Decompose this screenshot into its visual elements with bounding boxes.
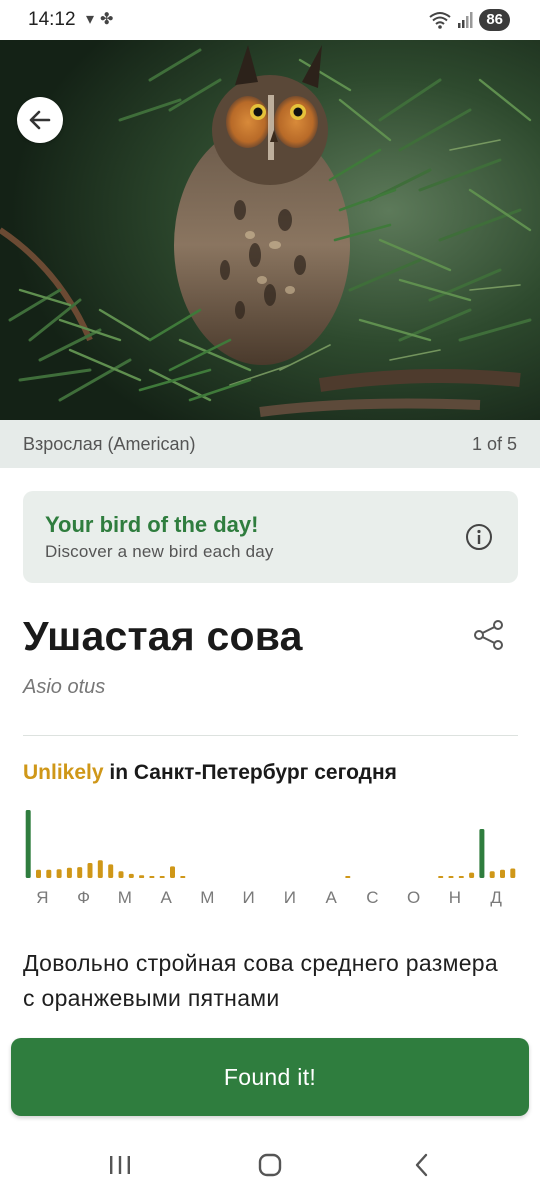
chart-bar [128,873,134,878]
divider [23,735,518,736]
month-label: А [160,888,173,907]
bird-common-name: Ушастая сова [23,613,303,659]
chart-bar [25,810,31,878]
chart-bar [108,864,114,878]
chart-bar [469,872,475,878]
bird-of-day-card[interactable]: Your bird of the day! Discover a new bir… [23,491,518,583]
bird-of-day-subtitle: Discover a new bird each day [45,542,274,561]
chart-bar [36,869,41,878]
wifi-icon [429,12,451,29]
chart-bar [87,863,93,878]
month-label: И [283,888,297,907]
bird-description: Довольно стройная сова среднего размера … [23,950,498,1011]
chart-bar [170,866,175,878]
month-label: И [242,888,256,907]
chart-bar [345,876,351,878]
month-label: Ф [77,888,91,907]
share-icon[interactable] [472,618,506,652]
chart-bar [97,860,103,878]
month-label: Д [490,888,503,907]
bird-scientific-name: Asio otus [23,676,106,698]
status-left-icons: ▾✤ [86,9,119,29]
month-label: А [325,888,338,907]
month-labels: ЯФМАМИИАСОНД [23,888,518,914]
month-label: М [200,888,215,907]
photo-caption-label: Взрослая (American) [23,433,196,454]
month-label: О [407,888,421,907]
month-label: Н [448,888,462,907]
chart-bar [149,876,155,878]
system-back-button[interactable] [402,1148,442,1182]
chart-bar [66,867,72,878]
chart-bar [118,871,124,878]
arrow-left-icon [29,110,51,130]
status-bar: 14:12 ▾✤ 86 [0,0,540,40]
download-arrow-icon: ▾ [86,11,101,28]
likelihood-location: in Санкт-Петербург сегодня [103,761,397,784]
chart-bar [448,876,454,878]
occurrence-chart[interactable] [23,806,518,886]
recents-icon [110,1156,130,1174]
back-chevron-icon [415,1153,428,1177]
status-right: 86 [429,8,510,32]
chart-bar [438,876,444,878]
photo-counter: 1 of 5 [471,433,517,454]
bird-photo[interactable] [0,40,540,420]
signal-icon [458,12,473,28]
long-eared-owl-photo [0,40,540,420]
navigation-bar [0,1130,540,1200]
chart-bar [139,875,145,878]
back-button[interactable] [17,97,63,143]
battery-level: 86 [479,9,510,31]
info-icon[interactable] [465,523,493,551]
chart-bar [56,869,62,878]
chart-bar [180,876,186,878]
home-button[interactable] [250,1148,290,1182]
likelihood-heading: Unlikely in Санкт-Петербург сегодня [23,761,397,785]
chart-bar [77,867,83,878]
home-icon [258,1153,282,1177]
found-it-button[interactable]: Found it! [11,1038,529,1116]
chart-bar [46,869,52,878]
month-label: М [117,888,133,907]
month-label: С [366,888,380,907]
recents-button[interactable] [100,1148,140,1182]
chart-bar [500,869,505,878]
status-time: 14:12 [28,9,76,30]
chart-bar [458,876,464,878]
chart-bar [510,868,516,878]
month-label: Я [36,888,50,907]
pinwheel-icon: ✤ [100,11,120,28]
photo-caption-bar: Взрослая (American) 1 of 5 [0,420,540,468]
chart-bar [479,829,485,878]
chart-bar [489,871,495,878]
likelihood-status: Unlikely [23,761,104,784]
bird-of-day-title: Your bird of the day! [45,512,259,537]
chart-bar [159,876,165,878]
